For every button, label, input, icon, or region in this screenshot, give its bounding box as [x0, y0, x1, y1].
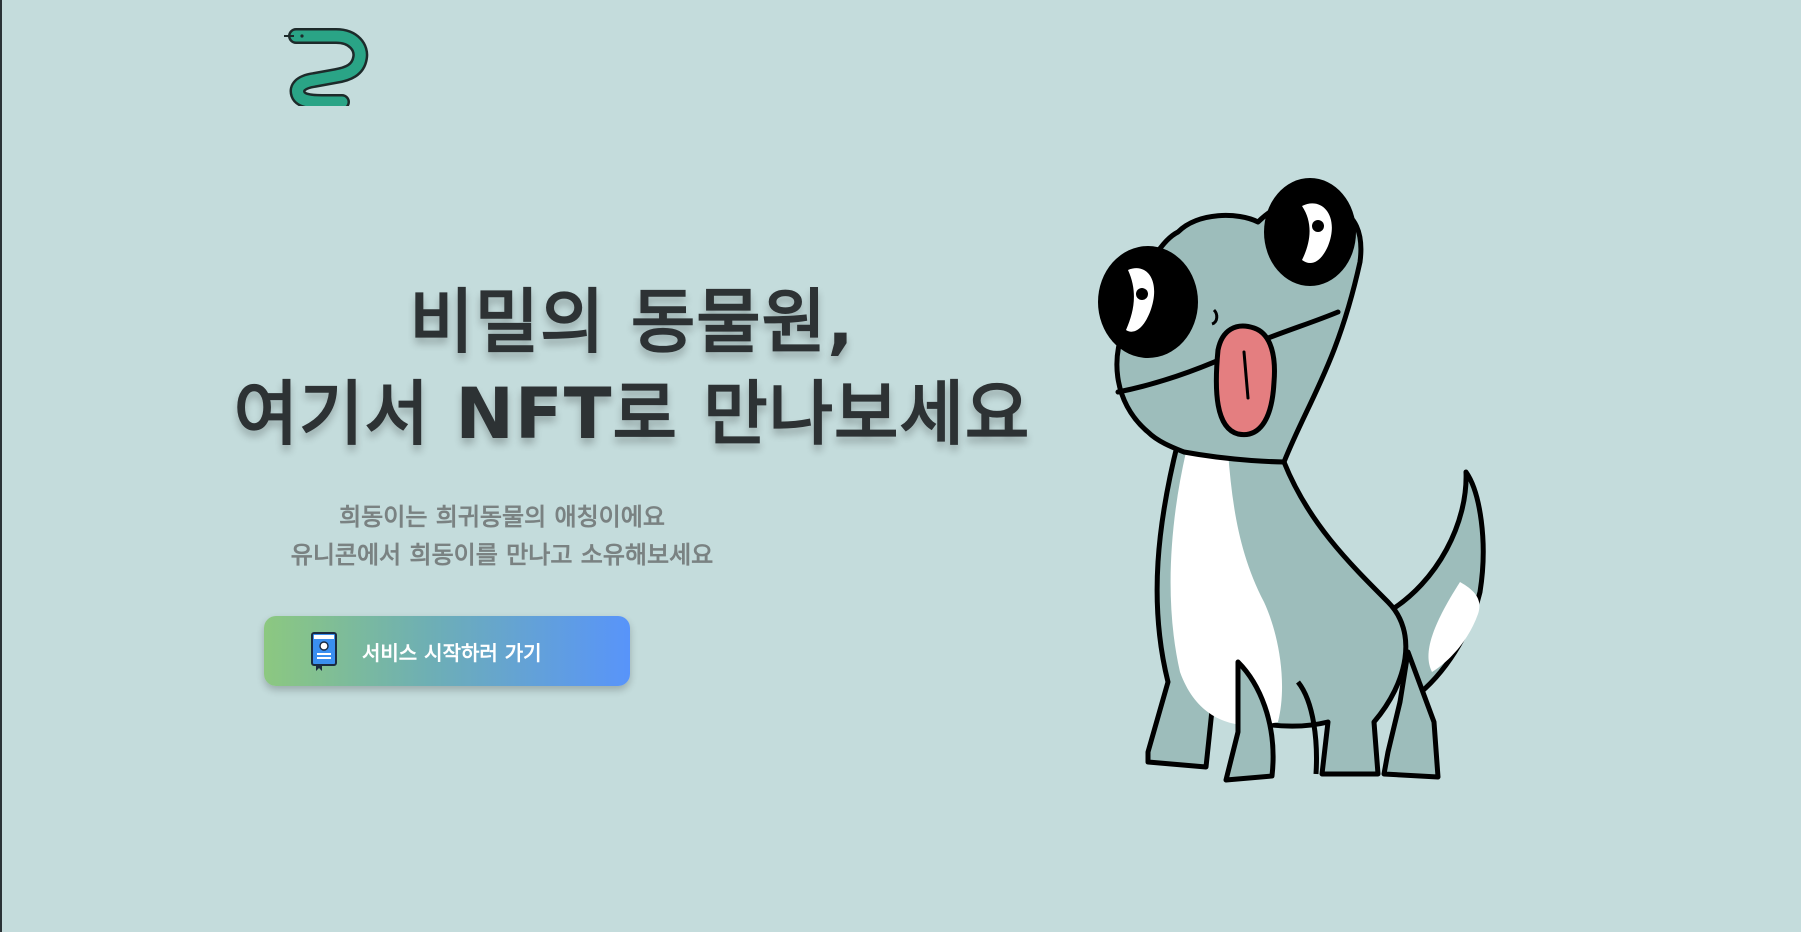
hero-title-line-2: 여기서 NFT로 만나보세요 [233, 373, 1031, 455]
start-service-button[interactable]: 서비스 시작하러 가기 [264, 616, 630, 686]
lizard-mascot-illustration [1088, 162, 1508, 802]
snake-logo-icon[interactable] [282, 24, 372, 110]
landing-page: 비밀의 동물원, 여기서 NFT로 만나보세요 희동이는 희귀동물의 애칭이에요… [0, 0, 1801, 932]
passport-book-icon [310, 631, 338, 671]
hero-title-line-1: 비밀의 동물원, [409, 281, 855, 363]
hero-subtitle-line-1: 희동이는 희귀동물의 애칭이에요 [339, 503, 665, 531]
hero-title: 비밀의 동물원, 여기서 NFT로 만나보세요 [202, 276, 1062, 460]
hero-subtitle-line-2: 유니콘에서 희동이를 만나고 소유해보세요 [290, 541, 714, 569]
hero-subtitle: 희동이는 희귀동물의 애칭이에요 유니콘에서 희동이를 만나고 소유해보세요 [222, 498, 782, 574]
start-service-label: 서비스 시작하러 가기 [362, 640, 542, 665]
